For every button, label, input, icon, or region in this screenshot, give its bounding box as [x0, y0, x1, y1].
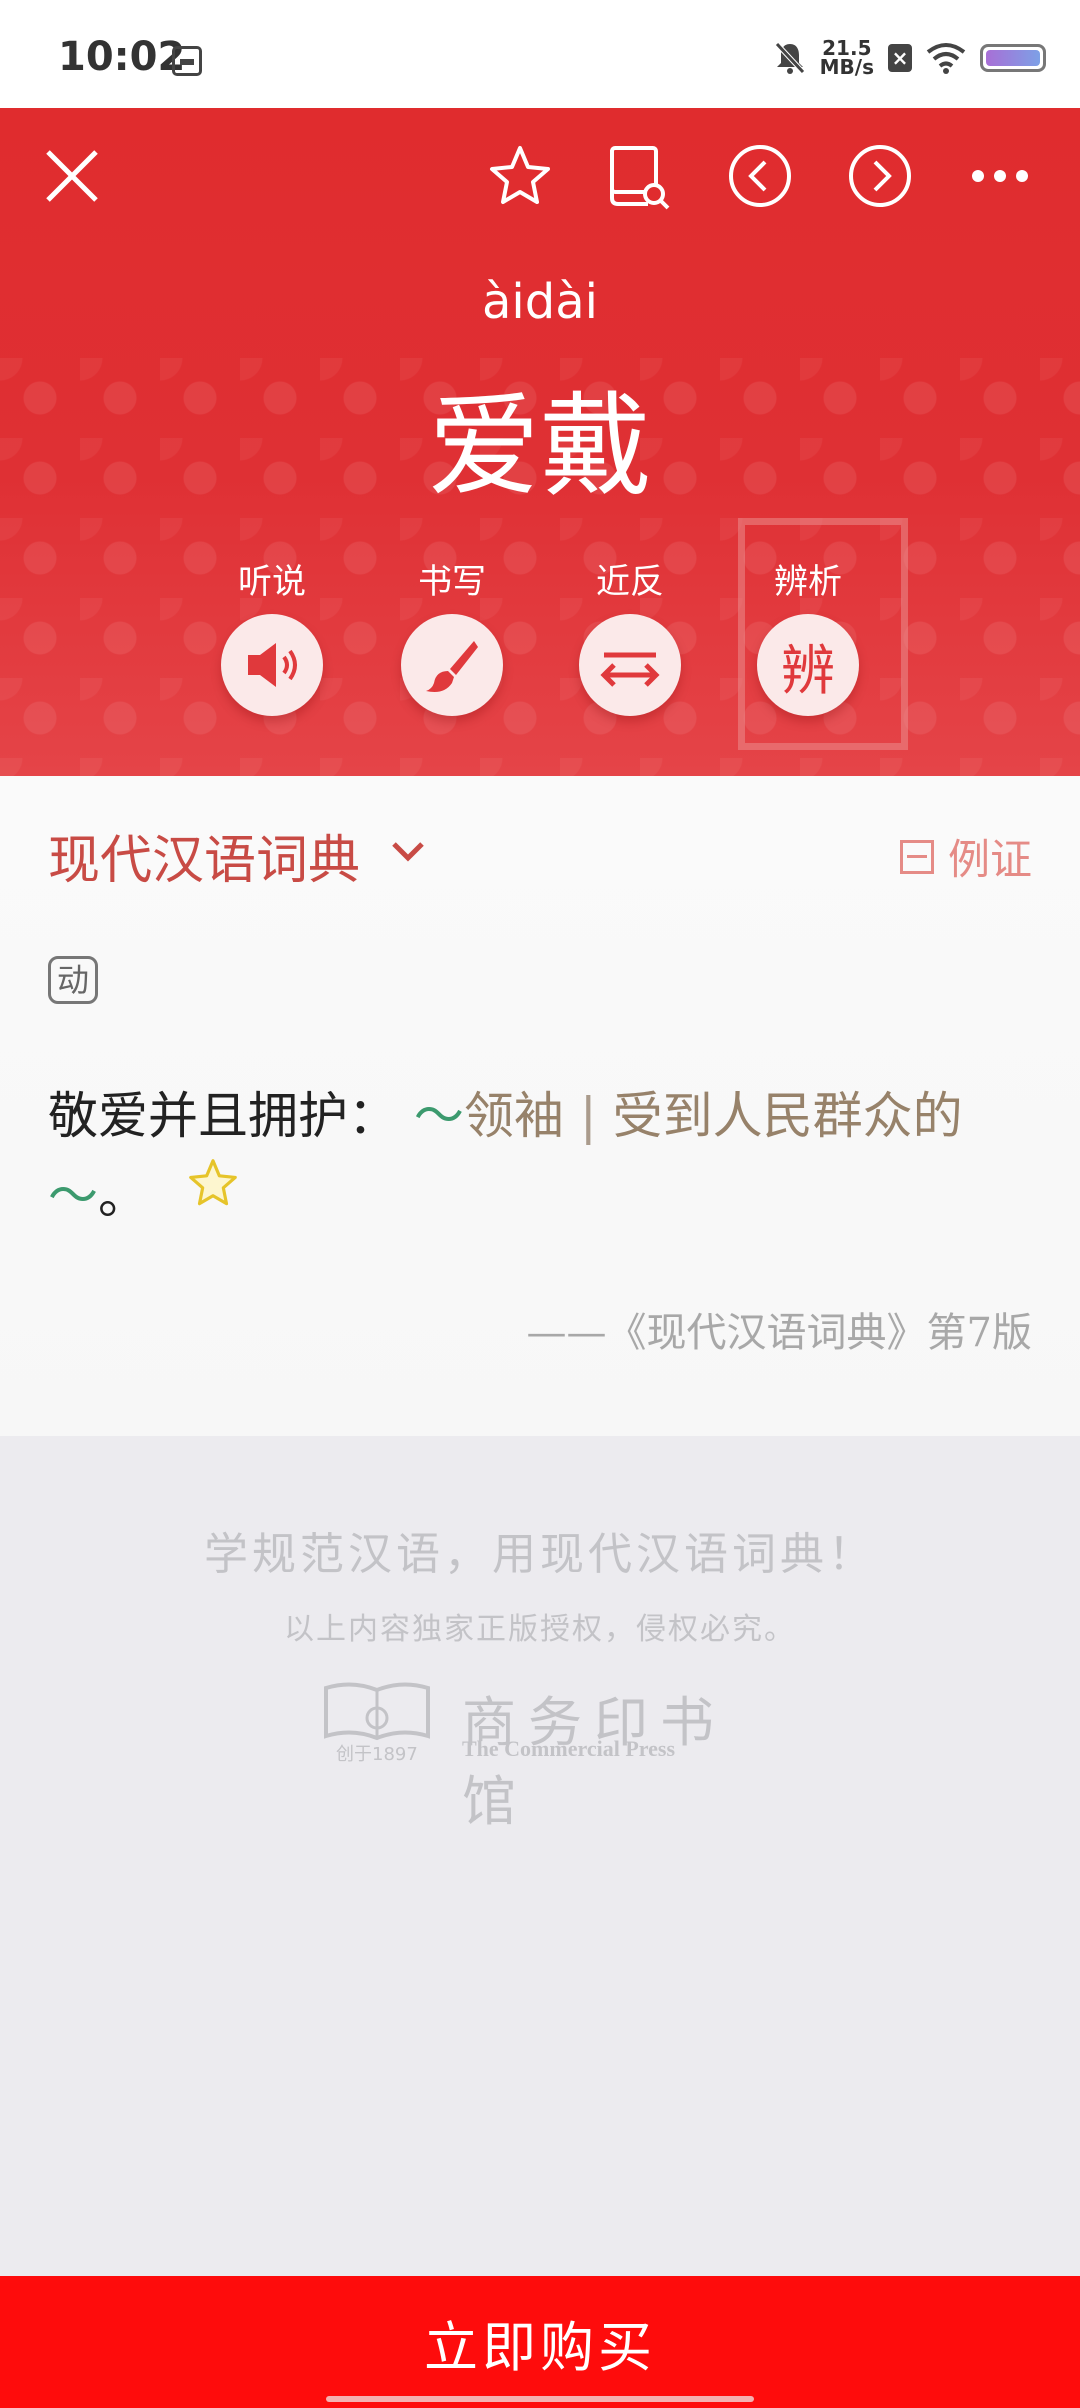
examples-toggle[interactable]: 例证: [899, 826, 1032, 887]
previous-word-icon[interactable]: [726, 142, 794, 210]
favorite-star-icon[interactable]: [486, 142, 554, 210]
network-speed-unit: MB/s: [819, 55, 874, 79]
publisher-founded: 创于1897: [336, 1744, 418, 1765]
open-book-logo-icon: [324, 1682, 430, 1741]
status-icons: 21.5 MB/s ×: [774, 38, 1046, 78]
writing-button[interactable]: 书写: [392, 554, 512, 716]
pinyin: àidài: [482, 274, 598, 330]
writing-label: 书写: [418, 562, 486, 602]
buy-now-button[interactable]: 立即购买: [0, 2276, 1080, 2408]
analysis-highlight-frame: [738, 518, 908, 750]
publisher-name-en: The Commercial Press: [462, 1736, 676, 1761]
part-of-speech-badge: 动: [48, 956, 98, 1004]
book-search-icon[interactable]: [604, 142, 672, 210]
chevron-down-icon[interactable]: [390, 840, 426, 864]
dictionary-selector[interactable]: 现代汉语词典: [48, 818, 360, 893]
definition-card: 现代汉语词典 例证 动 敬爱并且拥护： ～领袖 | 受到人民群众的 ～。 ——《…: [0, 776, 1080, 1436]
definition-text: 敬爱并且拥护：: [48, 1087, 398, 1145]
example-separator: |: [579, 1087, 597, 1145]
examples-label: 例证: [947, 835, 1032, 884]
definition-line-2: ～。: [48, 1156, 148, 1228]
battery-icon: [980, 44, 1046, 72]
headword: 爱戴: [428, 382, 652, 512]
example-2: 受到人民群众的: [612, 1087, 963, 1145]
footer-slogan: 学规范汉语，用现代汉语词典！: [204, 1529, 876, 1580]
example-1: 领袖: [463, 1087, 564, 1145]
synonym-antonym-button[interactable]: 近反: [570, 554, 690, 716]
next-word-icon[interactable]: [846, 142, 914, 210]
swap-arrows-icon: [600, 652, 660, 687]
collapse-box-icon: [899, 839, 934, 874]
status-bar: 10:02 21.5 MB/s ×: [0, 0, 1080, 108]
source-citation: ——《现代汉语词典》第7版: [526, 1310, 1032, 1356]
definition-line-1: 敬爱并且拥护： ～领袖 | 受到人民群众的: [48, 1076, 963, 1148]
status-time: 10:02: [58, 34, 186, 80]
publisher-logo: 创于1897 商务印书馆 The Commercial Press: [322, 1678, 752, 1833]
synonym-antonym-label: 近反: [596, 562, 664, 602]
listen-speak-button[interactable]: 听说: [212, 554, 332, 716]
example-tilde: ～: [413, 1087, 464, 1145]
calendar-notification-icon: [172, 46, 202, 76]
speaker-icon: [248, 643, 297, 687]
no-sim-icon: ×: [888, 44, 912, 72]
muted-bell-icon: [774, 42, 805, 74]
brush-icon: [426, 641, 478, 692]
writing-circle[interactable]: [401, 614, 503, 716]
example-tilde-2: ～: [48, 1167, 98, 1225]
bookmark-star-icon[interactable]: [186, 1156, 240, 1210]
word-header: àidài 爱戴 听说 书写 近反 辨析 辨: [0, 108, 1080, 776]
footer-copyright: 以上内容独家正版授权，侵权必究。: [284, 1612, 796, 1647]
more-menu-icon[interactable]: [966, 142, 1034, 210]
listen-speak-circle[interactable]: [221, 614, 323, 716]
listen-speak-label: 听说: [238, 562, 306, 602]
wifi-icon: [926, 43, 966, 74]
network-speed: 21.5 MB/s: [819, 38, 874, 79]
end-period: 。: [98, 1167, 148, 1225]
synonym-antonym-circle[interactable]: [579, 614, 681, 716]
gesture-bar: [326, 2396, 754, 2402]
close-icon[interactable]: [38, 142, 106, 210]
